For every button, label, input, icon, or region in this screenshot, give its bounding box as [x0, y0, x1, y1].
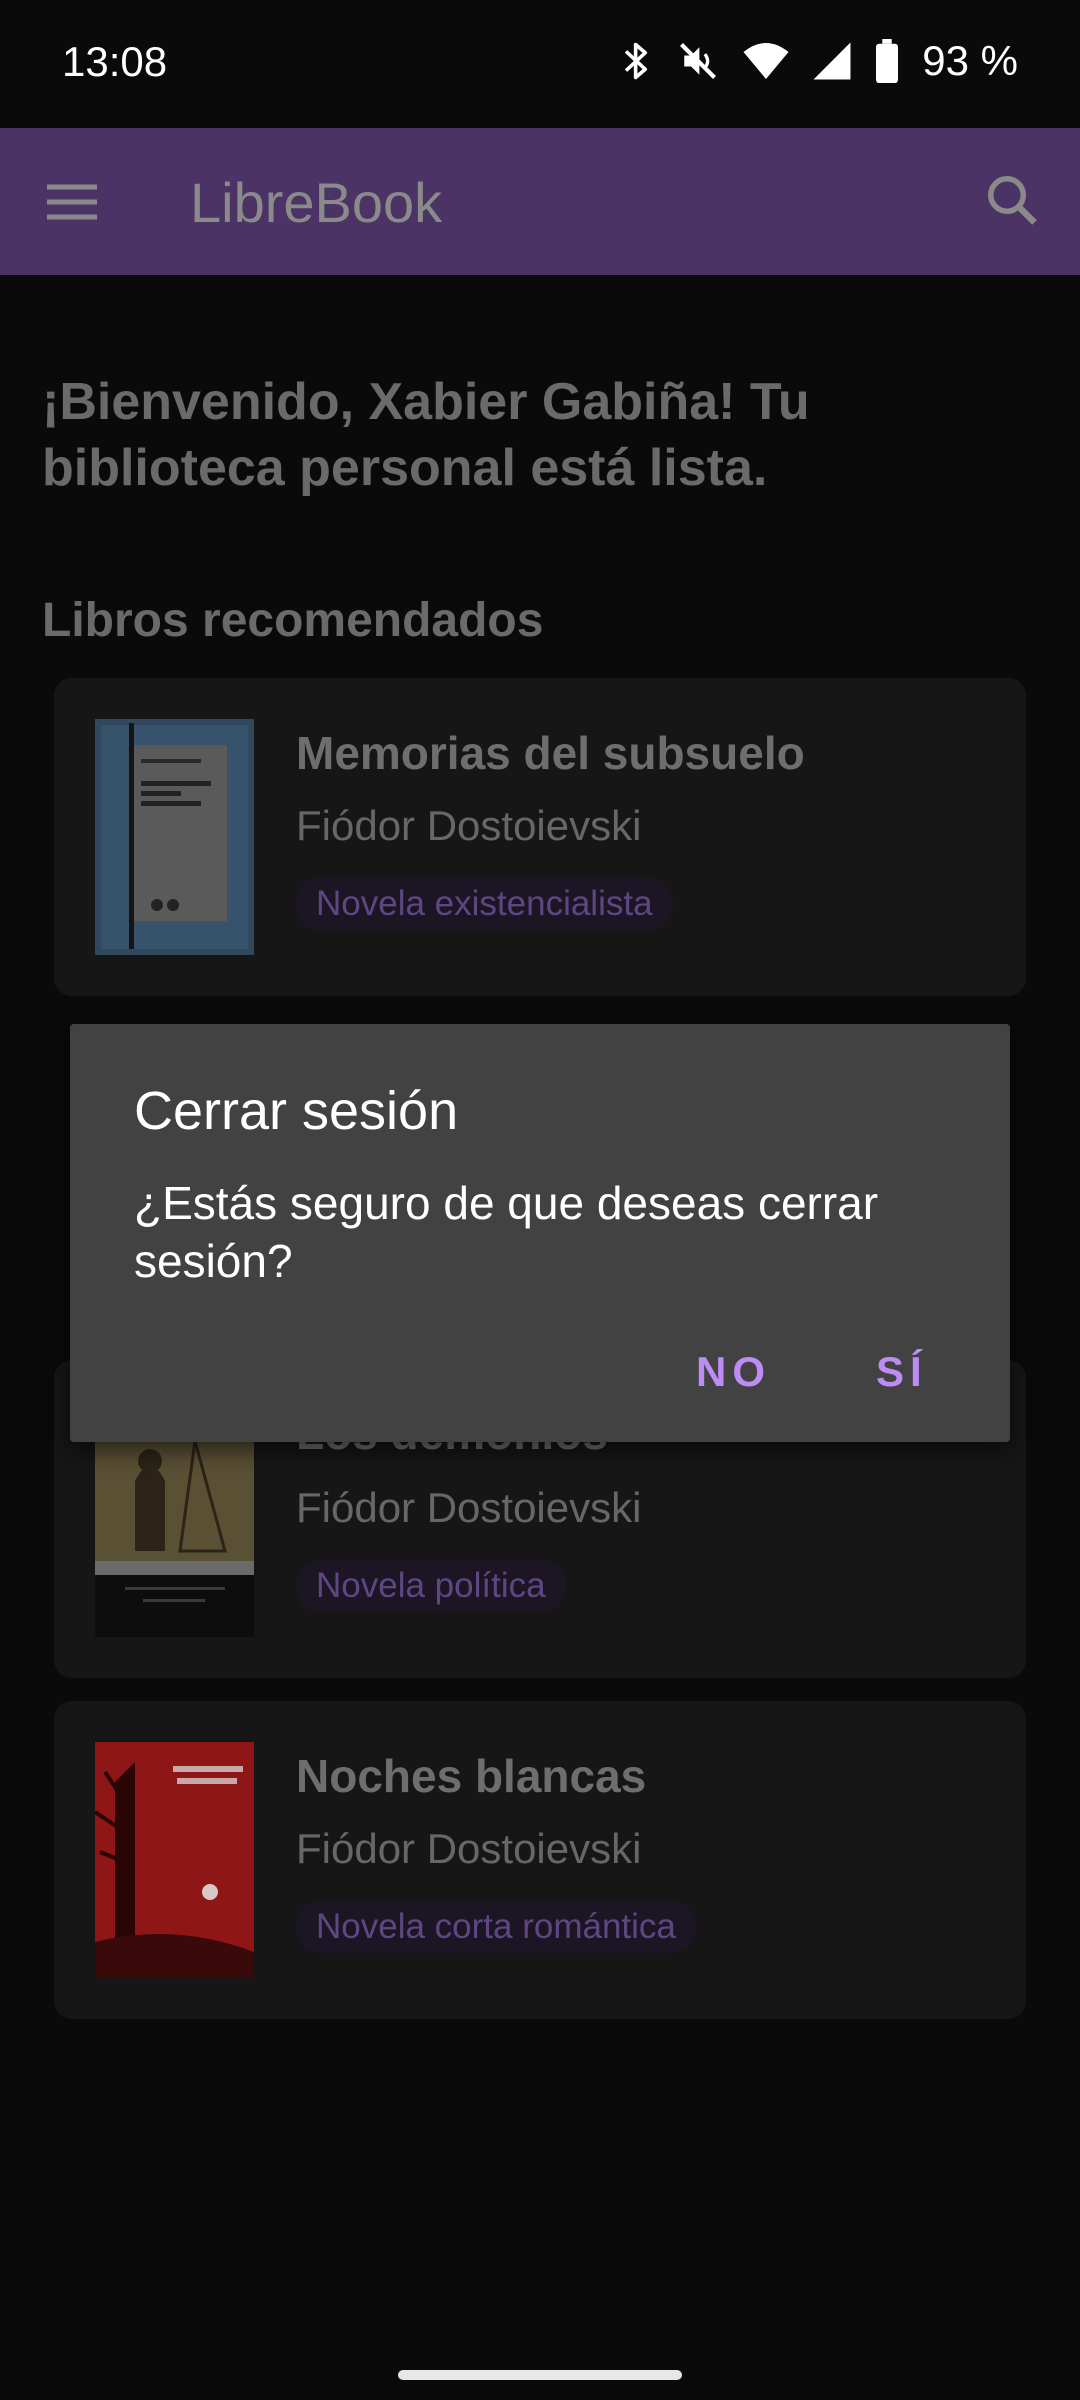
- no-button[interactable]: NO: [678, 1340, 789, 1404]
- home-indicator[interactable]: [398, 2370, 682, 2380]
- dialog-title: Cerrar sesión: [134, 1081, 459, 1141]
- logout-dialog: Cerrar sesión ¿Estás seguro de que desea…: [70, 1024, 1010, 1442]
- yes-button[interactable]: SÍ: [858, 1340, 946, 1404]
- dialog-message: ¿Estás seguro de que deseas cerrar sesió…: [134, 1177, 879, 1287]
